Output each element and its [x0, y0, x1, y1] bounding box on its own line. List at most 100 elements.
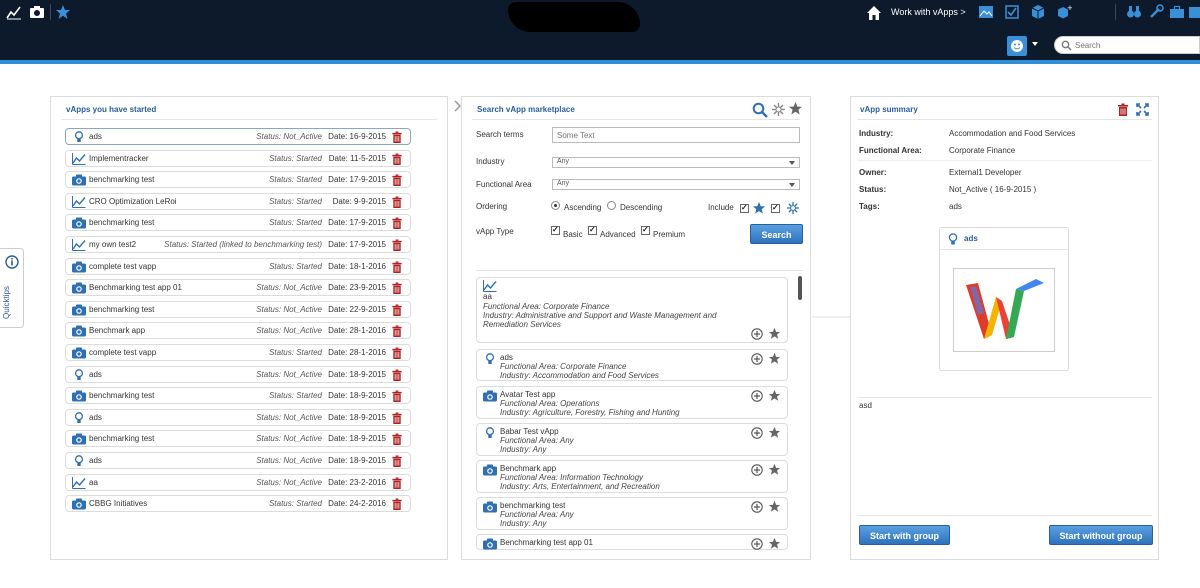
trash-icon[interactable]	[391, 390, 403, 403]
briefcase-icon[interactable]	[1169, 4, 1185, 20]
camera-icon[interactable]	[29, 4, 45, 20]
cube-icon[interactable]	[1030, 4, 1046, 20]
expand-icon[interactable]	[1136, 103, 1149, 116]
started-vapp-row[interactable]: complete test vapp Status: Started Date: 2…	[65, 344, 411, 361]
marketplace-result-card[interactable]: benchmarking test Functional Area: Any Ind…	[476, 497, 788, 530]
home-icon[interactable]	[866, 5, 882, 21]
advanced-checkbox[interactable]	[588, 225, 597, 235]
started-vapp-row[interactable]: complete test vapp Status: Started Date: 1…	[65, 257, 411, 275]
star-icon[interactable]	[768, 352, 781, 365]
search-terms-input[interactable]	[552, 127, 800, 143]
marketplace-result-card[interactable]: Avatar Test app Functional Area: Operatio…	[476, 386, 788, 419]
started-vapp-row[interactable]: benchmarking test Status: Started Date: 17…	[65, 214, 411, 232]
binoculars-icon[interactable]	[1126, 4, 1142, 20]
gallery-icon[interactable]	[978, 4, 994, 20]
search-icon[interactable]	[1061, 40, 1072, 51]
add-circle-icon[interactable]	[751, 353, 763, 365]
vapp-name: CBBG Initiatives	[89, 499, 148, 509]
trash-icon[interactable]	[391, 304, 403, 316]
add-circle-icon[interactable]	[751, 538, 763, 550]
trash-icon[interactable]	[391, 455, 403, 467]
started-vapp-row[interactable]: ads Status: Not_Active Date: 16-9-2015	[65, 128, 411, 145]
descending-radio[interactable]	[607, 201, 616, 210]
started-vapp-row[interactable]: aa Status: Not_Active Date: 23-2-2016	[65, 473, 411, 491]
chart-icon[interactable]	[6, 4, 22, 20]
star-icon[interactable]	[768, 500, 781, 513]
marketplace-result-card[interactable]: Benchmarking test app 01	[476, 534, 788, 550]
star-icon[interactable]	[768, 426, 781, 439]
started-vapp-row[interactable]: Benchmark app Status: Not_Active Date: 28-…	[65, 322, 411, 340]
trash-icon[interactable]	[391, 325, 403, 338]
trash-icon[interactable]	[391, 174, 403, 187]
trash-icon[interactable]	[391, 282, 403, 295]
add-circle-icon[interactable]	[751, 427, 763, 439]
started-vapp-row[interactable]: benchmarking test Status: Started Date: 18…	[65, 387, 411, 405]
trash-icon[interactable]	[391, 239, 403, 251]
include-starred-checkbox[interactable]	[740, 203, 749, 213]
work-with-vapps-link[interactable]: Work with vApps >	[891, 7, 966, 17]
global-search-input[interactable]	[1075, 39, 1195, 51]
start-with-group-button[interactable]: Start with group	[859, 525, 950, 545]
marketplace-result-card[interactable]: Benchmark app Functional Area: Informatio…	[476, 460, 788, 493]
marketplace-result-card[interactable]: aa Functional Area: Corporate Finance Indu…	[476, 277, 788, 343]
started-vapp-row[interactable]: CBBG Initiatives Status: Started Date: 24-…	[65, 495, 411, 513]
ascending-radio[interactable]	[551, 201, 560, 210]
trash-icon[interactable]	[391, 433, 403, 446]
add-circle-icon[interactable]	[751, 390, 763, 402]
trash-icon[interactable]	[391, 412, 403, 424]
started-vapp-row[interactable]: Implementracker Status: Started Date: 11-5…	[65, 149, 411, 167]
add-circle-icon[interactable]	[751, 501, 763, 513]
star-icon[interactable]	[768, 327, 781, 340]
trash-icon[interactable]	[391, 217, 403, 230]
trash-icon[interactable]	[391, 196, 403, 208]
started-vapp-row[interactable]: Benchmarking test app 01 Status: Not_Acti…	[65, 279, 411, 297]
started-vapp-row[interactable]: CRO Optimization LeRoi Status: Started Dat…	[65, 192, 411, 210]
started-vapp-row[interactable]: benchmarking test Status: Not_Active Date:…	[65, 430, 411, 448]
search-icon[interactable]	[752, 102, 768, 118]
star-icon[interactable]	[55, 4, 71, 20]
premium-checkbox[interactable]	[641, 225, 650, 235]
star-icon[interactable]	[768, 537, 781, 550]
add-cube-icon[interactable]: +	[1056, 4, 1072, 20]
vapp-name: Benchmarking test app 01	[89, 283, 182, 293]
camera-icon	[483, 464, 497, 476]
checklist-icon[interactable]	[1004, 4, 1020, 20]
results-scrollbar[interactable]	[798, 276, 802, 300]
box-icon[interactable]	[1188, 4, 1200, 20]
vapp-thumbnail-card[interactable]: ads	[939, 227, 1069, 371]
trash-icon[interactable]	[1117, 103, 1129, 116]
industry-select[interactable]: Any	[552, 157, 800, 168]
trash-icon[interactable]	[391, 477, 403, 489]
marketplace-result-card[interactable]: ads Functional Area: Corporate Finance Ind…	[476, 349, 788, 381]
trash-icon[interactable]	[391, 498, 403, 511]
start-without-group-button[interactable]: Start without group	[1049, 525, 1153, 545]
started-vapp-row[interactable]: ads Status: Not_Active Date: 18-9-2015	[65, 365, 411, 383]
search-button[interactable]: Search	[750, 224, 803, 244]
vapp-date: Date: 22-9-2015	[328, 304, 386, 314]
started-vapp-row[interactable]: ads Status: Not_Active Date: 18-9-2015	[65, 452, 411, 469]
include-new-checkbox[interactable]	[771, 203, 780, 213]
wrench-icon[interactable]	[1148, 4, 1164, 20]
started-vapp-row[interactable]: benchmarking test Status: Not_Active Date:…	[65, 300, 411, 318]
star-icon[interactable]	[768, 389, 781, 402]
user-menu-caret-icon[interactable]	[1032, 42, 1038, 46]
started-vapp-row[interactable]: benchmarking test Status: Started Date: 17…	[65, 171, 411, 189]
trash-icon[interactable]	[391, 369, 403, 381]
add-circle-icon[interactable]	[751, 464, 763, 476]
basic-checkbox[interactable]	[551, 225, 560, 235]
star-icon[interactable]	[788, 101, 803, 116]
star-icon[interactable]	[768, 463, 781, 476]
trash-icon[interactable]	[391, 131, 403, 143]
trash-icon[interactable]	[391, 153, 403, 165]
sparkle-icon[interactable]	[771, 102, 786, 117]
trash-icon[interactable]	[391, 347, 403, 359]
quicktips-tab[interactable]: Quicktips	[0, 248, 24, 328]
functional-area-select[interactable]: Any	[552, 179, 800, 190]
add-circle-icon[interactable]	[751, 328, 763, 340]
trash-icon[interactable]	[391, 261, 403, 273]
user-avatar-button[interactable]	[1007, 36, 1027, 56]
marketplace-result-card[interactable]: Babar Test vApp Functional Area: Any Indus…	[476, 423, 788, 456]
marketplace-results-list[interactable]: aa Functional Area: Corporate Finance Indu…	[476, 270, 803, 554]
started-vapp-row[interactable]: ads Status: Not_Active Date: 18-9-2015	[65, 408, 411, 426]
started-vapp-row[interactable]: my own test2 Status: Started (linked to b…	[65, 236, 411, 253]
